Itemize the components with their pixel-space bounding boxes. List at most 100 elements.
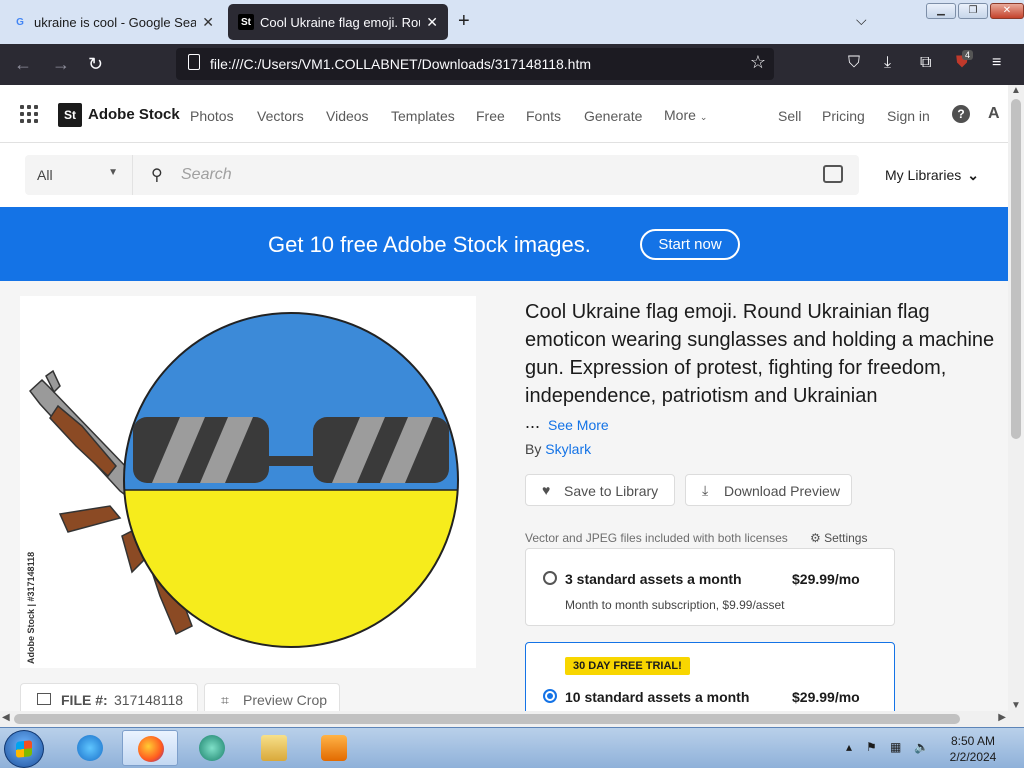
flag-yellow-half [124,490,458,647]
google-icon: G [16,16,24,28]
reload-icon[interactable]: ↻ [88,54,103,75]
sign-in-link[interactable]: Sign in [887,108,930,124]
network-icon[interactable]: ▦ [890,740,901,754]
asset-detail: Adobe Stock | #317148118 FILE #: 3171481… [0,281,1008,711]
close-window-button[interactable]: ✕ [990,3,1024,19]
save-to-library-button[interactable]: ♥ Save to Library [525,474,675,506]
visual-search-icon[interactable] [823,165,843,183]
back-icon[interactable]: ← [14,54,32,75]
download-preview-label: Download Preview [724,483,840,499]
file-number-box[interactable]: FILE #: 317148118 [20,683,198,711]
image-file-icon [37,693,51,705]
show-hidden-icons-icon[interactable]: ▴ [846,740,852,754]
site-header: St Adobe Stock Photos Vectors Videos Tem… [0,85,1008,143]
by-prefix: By [525,441,542,457]
plan-option-selected[interactable]: 30 DAY FREE TRIAL! 10 standard assets a … [525,642,895,711]
nav-fonts[interactable]: Fonts [526,108,561,124]
file-icon [188,54,200,70]
horizontal-scroll-thumb[interactable] [14,714,960,724]
start-now-button[interactable]: Start now [640,229,740,260]
start-button[interactable] [4,730,44,768]
asset-title: Cool Ukraine flag emoji. Round Ukrainian… [525,301,995,407]
volume-muted-icon[interactable]: 🔈 [914,740,929,754]
downloads-icon[interactable]: ⤓ [884,54,891,72]
preview-crop-button[interactable]: ⌗ Preview Crop [204,683,340,711]
menu-icon[interactable]: ≡ [992,54,1001,72]
new-tab-icon[interactable]: + [458,10,470,33]
author-line: By Skylark [525,441,591,457]
author-link[interactable]: Skylark [545,441,591,457]
app-icon-teal[interactable] [184,730,240,766]
internet-explorer-icon[interactable] [62,730,118,766]
download-preview-button[interactable]: ⤓ Download Preview [685,474,852,506]
url-text[interactable]: file:///C:/Users/VM1.COLLABNET/Downloads… [210,56,591,72]
app-switcher-icon[interactable] [20,105,38,123]
nav-sell[interactable]: Sell [778,108,801,124]
tab-title: Cool Ukraine flag emoji. Round [260,14,420,30]
action-center-flag-icon[interactable]: ⚑ [866,740,877,754]
horizontal-scrollbar[interactable]: ◀ ▶ [0,711,1008,727]
pocket-icon[interactable]: ⛉ [848,54,860,72]
clock-time: 8:50 AM [950,734,996,748]
search-filter-dropdown[interactable]: All ▼ [25,155,133,195]
help-icon[interactable]: ? [952,105,970,123]
see-more-link[interactable]: See More [548,417,609,433]
scroll-down-icon[interactable]: ▼ [1011,700,1021,711]
nav-vectors[interactable]: Vectors [257,108,304,124]
search-box: ⚲ [133,155,859,195]
plan-price: $29.99/mo [792,689,860,705]
maximize-window-button[interactable]: ❐ [958,3,988,19]
plan-price: $29.99/mo [792,571,860,587]
save-to-library-label: Save to Library [564,483,659,499]
url-bar[interactable]: file:///C:/Users/VM1.COLLABNET/Downloads… [176,48,774,80]
asset-preview-image[interactable]: Adobe Stock | #317148118 [20,296,476,668]
list-all-tabs-icon[interactable]: ⌵ [856,12,867,29]
heart-icon: ♥ [542,482,551,498]
nav-more-label: More [664,107,696,123]
gear-icon: ⚙ [810,531,825,545]
adobe-icon[interactable]: A [988,105,1000,123]
nav-free[interactable]: Free [476,108,505,124]
firefox-icon[interactable] [122,730,178,766]
tab-google-search[interactable]: G ukraine is cool - Google Search ✕ [2,4,224,40]
extensions-icon[interactable]: ⧉ [920,54,931,72]
media-player-icon[interactable] [306,730,362,766]
system-clock[interactable]: 8:50 AM 2/2/2024 [944,733,1002,765]
settings-link[interactable]: ⚙ Settings [810,531,867,545]
vertical-scroll-thumb[interactable] [1011,99,1021,439]
search-row: All ▼ ⚲ My Libraries ⌄ [0,144,1008,207]
my-libraries-dropdown[interactable]: My Libraries ⌄ [885,167,979,184]
adobe-stock-logo-icon[interactable]: St [58,103,82,127]
plan-option[interactable]: 3 standard assets a month $29.99/mo Mont… [525,548,895,626]
nav-more[interactable]: More ⌄ [664,107,707,123]
nav-templates[interactable]: Templates [391,108,455,124]
close-tab-icon[interactable]: ✕ [202,14,214,31]
nav-photos[interactable]: Photos [190,108,234,124]
site-logo-text[interactable]: Adobe Stock [88,106,180,123]
nav-videos[interactable]: Videos [326,108,369,124]
search-icon: ⚲ [151,167,163,184]
minimize-window-button[interactable]: ▁ [926,3,956,19]
scroll-up-icon[interactable]: ▲ [1011,85,1021,96]
chevron-down-icon: ▼ [108,167,118,178]
bookmark-star-icon[interactable]: ☆ [750,52,766,73]
plan-radio[interactable] [543,571,557,585]
plan-radio[interactable] [543,689,557,703]
close-tab-icon[interactable]: ✕ [426,14,438,31]
scroll-right-icon[interactable]: ▶ [998,712,1006,723]
file-label: FILE #: [61,692,108,708]
nav-generate[interactable]: Generate [584,108,642,124]
forward-icon[interactable]: → [52,54,70,75]
download-icon: ⤓ [702,482,709,498]
extension-badge: 4 [962,50,974,60]
plan-name: 10 standard assets a month [565,689,750,705]
file-explorer-icon[interactable] [246,730,302,766]
tab-adobe-stock[interactable]: St Cool Ukraine flag emoji. Round ✕ [228,4,448,40]
vertical-scrollbar[interactable]: ▲ ▼ [1008,85,1024,711]
preview-crop-label: Preview Crop [243,692,328,708]
asset-credit-vertical: Adobe Stock | #317148118 [26,551,36,664]
scroll-left-icon[interactable]: ◀ [2,712,10,723]
nav-pricing[interactable]: Pricing [822,108,865,124]
crop-icon: ⌗ [221,692,229,708]
search-input[interactable] [181,163,781,187]
